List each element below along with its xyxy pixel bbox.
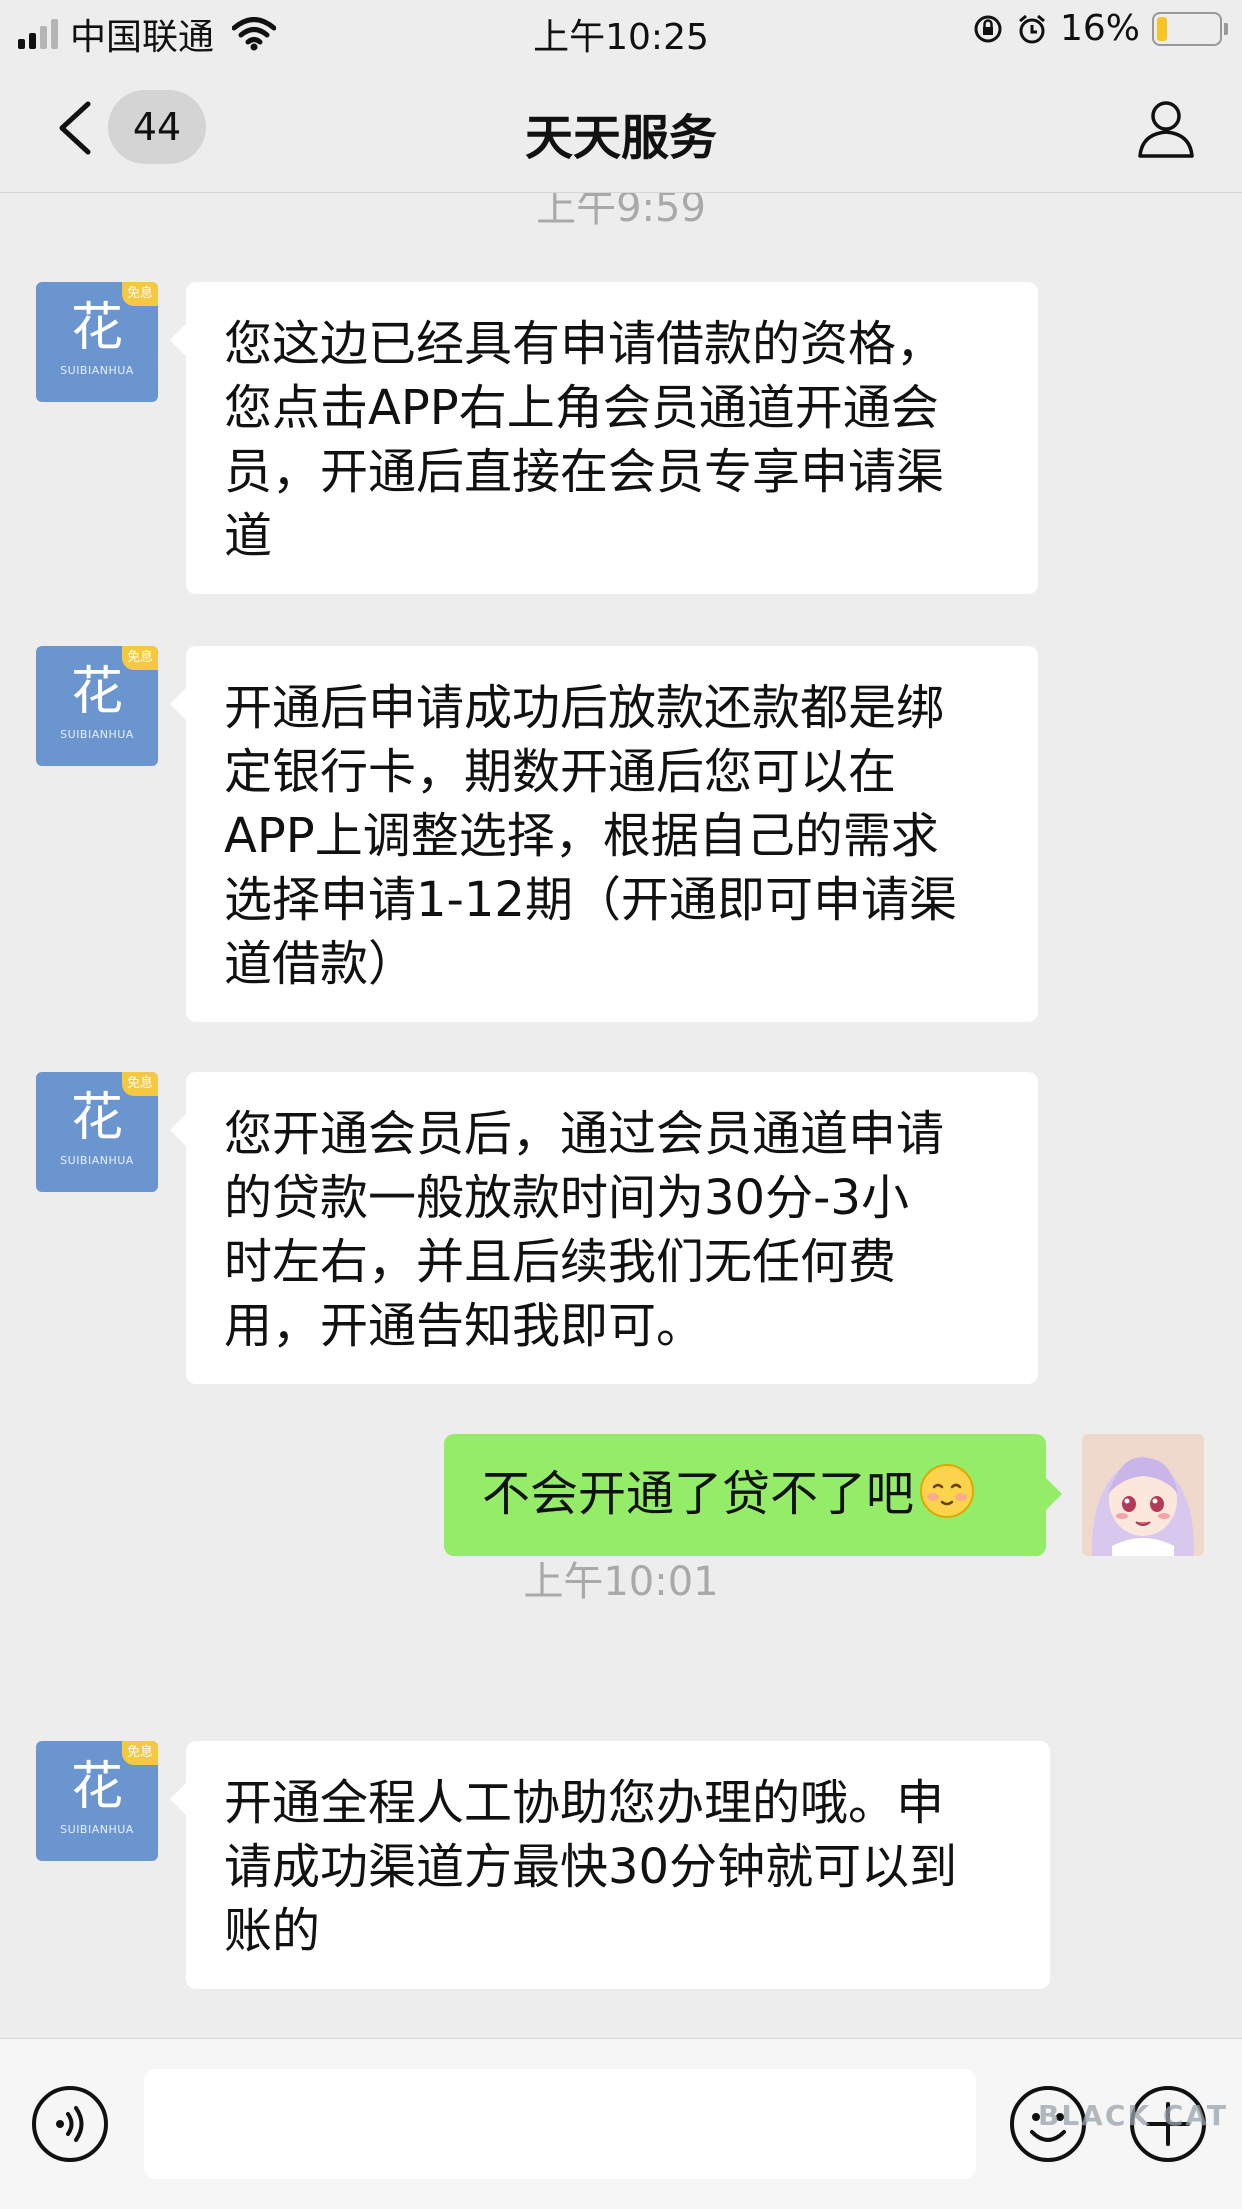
message-line: 开通全程人工协助您办理的哦。申 [224, 1775, 945, 1831]
person-icon[interactable] [1134, 96, 1198, 160]
message-line: 时左右，并且后续我们无任何费 [224, 1234, 897, 1290]
avatar-badge: 免息 [122, 1741, 158, 1765]
bot-avatar[interactable]: 花 SUIBIANHUA 免息 [36, 282, 158, 402]
message-line: 您开通会员后，通过会员通道申请 [224, 1106, 945, 1162]
message-text: 不会开通了贷不了吧 [482, 1466, 915, 1522]
avatar-badge: 免息 [122, 646, 158, 670]
message-line: 定银行卡，期数开通后您可以在 [224, 744, 897, 800]
user-avatar[interactable] [1082, 1434, 1204, 1556]
rotation-lock-icon [974, 15, 1002, 42]
chat-title: 天天服务 [524, 110, 717, 166]
avatar-badge: 免息 [122, 282, 158, 306]
status-bar: 中国联通 上午10:25 16% [0, 0, 1242, 62]
message-line: 开通后申请成功后放款还款都是绑 [224, 680, 945, 736]
time-separator: 上午9:59 [536, 193, 706, 231]
status-right: 16% [972, 8, 1228, 49]
message-line: APP上调整选择，根据自己的需求 [224, 808, 939, 864]
message-line: 账的 [224, 1903, 321, 1959]
message-line: 道借款） [224, 936, 417, 992]
battery-level-fill [1157, 16, 1167, 41]
message-bubble[interactable]: 您这边已经具有申请借款的资格， 您点击APP右上角会员通道开通会 员，开通后直接… [170, 282, 1038, 594]
smiling-face-emoji [920, 1464, 975, 1518]
avatar-subtext: SUIBIANHUA [60, 364, 134, 377]
alarm-icon [1019, 14, 1045, 43]
battery-percent: 16% [1059, 8, 1140, 49]
battery-icon [1152, 11, 1228, 46]
bot-avatar[interactable]: 花 SUIBIANHUA 免息 [36, 646, 158, 766]
avatar-badge: 免息 [122, 1072, 158, 1096]
avatar-char: 花 [70, 1088, 123, 1148]
message-line: 不会开通了贷不了吧 [482, 1462, 1010, 1526]
message-bubble[interactable]: 您开通会员后，通过会员通道申请 的贷款一般放款时间为30分-3小 时左右，并且后… [170, 1072, 1038, 1384]
avatar-subtext: SUIBIANHUA [60, 728, 134, 741]
message-input[interactable] [144, 2069, 976, 2179]
message-line: 用，开通告知我即可。 [224, 1298, 705, 1354]
nav-bar: 44 天天服务 [0, 62, 1242, 193]
message-line: 您点击APP右上角会员通道开通会 [224, 380, 939, 436]
message-line: 请成功渠道方最快30分钟就可以到 [224, 1839, 958, 1895]
message-bubble[interactable]: 开通全程人工协助您办理的哦。申 请成功渠道方最快30分钟就可以到 账的 [170, 1741, 1050, 1989]
bot-avatar[interactable]: 花 SUIBIANHUA 免息 [36, 1741, 158, 1861]
message-bubble-outgoing[interactable]: 不会开通了贷不了吧 [444, 1434, 1062, 1556]
message-line: 员，开通后直接在会员专享申请渠 [224, 444, 945, 500]
input-bar: BLACK CAT [0, 2038, 1242, 2209]
avatar-subtext: SUIBIANHUA [60, 1154, 134, 1167]
message-line: 的贷款一般放款时间为30分-3小 [224, 1170, 909, 1226]
anime-girl-avatar-icon [1082, 1434, 1204, 1556]
bot-avatar[interactable]: 花 SUIBIANHUA 免息 [36, 1072, 158, 1192]
watermark-label: BLACK CAT [1038, 2099, 1228, 2132]
chat-area[interactable]: 上午9:59 花 SUIBIANHUA 免息 您这边已经具有申请借款的资格， 您… [0, 193, 1242, 2038]
message-line: 您这边已经具有申请借款的资格， [224, 316, 945, 372]
avatar-subtext: SUIBIANHUA [60, 1823, 134, 1836]
avatar-char: 花 [70, 662, 123, 722]
message-line: 选择申请1-12期（开通即可申请渠 [224, 872, 957, 928]
avatar-char: 花 [70, 1757, 123, 1817]
voice-icon[interactable] [30, 2084, 110, 2164]
message-bubble[interactable]: 开通后申请成功后放款还款都是绑 定银行卡，期数开通后您可以在 APP上调整选择，… [170, 646, 1038, 1022]
message-line: 道 [224, 508, 273, 564]
time-separator: 上午10:01 [523, 1559, 719, 1605]
avatar-char: 花 [70, 298, 123, 358]
